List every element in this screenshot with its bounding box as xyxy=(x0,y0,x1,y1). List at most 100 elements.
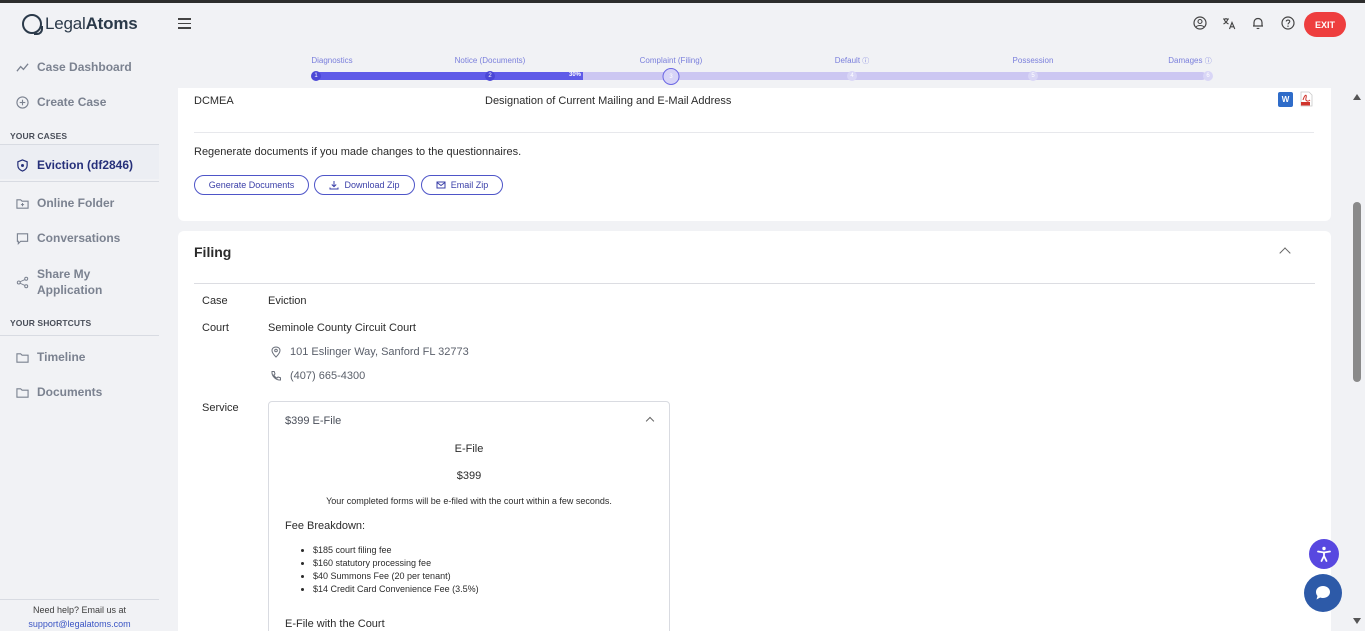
legalatoms-logo[interactable]: LegalAtoms xyxy=(22,14,138,35)
folder-icon xyxy=(16,352,29,363)
chat-widget-button[interactable] xyxy=(1304,574,1342,612)
step-label-default[interactable]: Default ⓘ xyxy=(835,56,870,66)
shield-icon xyxy=(17,158,28,172)
word-document-icon[interactable]: W xyxy=(1278,92,1293,107)
folder-icon xyxy=(16,198,29,209)
notification-bell-icon[interactable] xyxy=(1251,16,1265,30)
accessibility-icon xyxy=(1317,546,1331,562)
service-description: Your completed forms will be e-filed wit… xyxy=(326,496,612,506)
service-option-title[interactable]: $399 E-File xyxy=(285,415,341,427)
generate-documents-button[interactable]: Generate Documents xyxy=(194,175,309,195)
collapse-chevron-icon[interactable] xyxy=(645,416,655,426)
step-dot-6[interactable]: 6 xyxy=(1203,71,1213,81)
fee-item: $185 court filing fee xyxy=(313,544,479,557)
sidebar-item-documents[interactable]: Documents xyxy=(16,385,102,399)
scroll-up-arrow-icon[interactable] xyxy=(1353,94,1361,100)
help-email-link[interactable]: support@legalatoms.com xyxy=(28,619,130,629)
nav-label: Create Case xyxy=(37,95,107,109)
nav-label: Documents xyxy=(37,385,103,399)
service-name: E-File xyxy=(454,443,484,455)
info-icon: ⓘ xyxy=(1204,58,1212,65)
court-label: Court xyxy=(202,322,229,334)
step-dot-1[interactable]: 1 xyxy=(311,71,321,81)
exit-button[interactable]: EXIT xyxy=(1304,12,1346,37)
nav-label: Eviction (df2846) xyxy=(37,158,134,172)
efile-court-heading: E-File with the Court xyxy=(285,618,385,630)
chat-icon xyxy=(16,232,29,245)
sidebar-item-online-folder[interactable]: Online Folder xyxy=(16,196,114,210)
progress-percent: 30% xyxy=(569,72,582,78)
fee-breakdown-heading: Fee Breakdown: xyxy=(285,520,366,532)
step-dot-2[interactable]: 2 xyxy=(485,71,495,81)
plus-circle-icon xyxy=(16,95,29,109)
progress-fill xyxy=(316,72,583,80)
sidebar-divider xyxy=(0,335,159,336)
sidebar-item-share-application[interactable]: Share My Application xyxy=(16,266,102,298)
accessibility-button[interactable] xyxy=(1309,539,1339,569)
step-label-notice[interactable]: Notice (Documents) xyxy=(455,56,526,65)
nav-label: Case Dashboard xyxy=(37,60,132,74)
your-shortcuts-heading: YOUR SHORTCUTS xyxy=(10,318,92,328)
service-option-panel: $399 E-File E-File $399 Your completed f… xyxy=(268,401,670,631)
hamburger-bar xyxy=(178,22,191,24)
nav-label: Share My Application xyxy=(37,267,103,297)
user-profile-icon[interactable] xyxy=(1193,16,1207,30)
button-label: Download Zip xyxy=(344,180,400,190)
step-dot-3[interactable]: 3 xyxy=(662,68,680,85)
step-label-diagnostics[interactable]: Diagnostics xyxy=(311,56,352,65)
help-email-container: support@legalatoms.com xyxy=(0,619,159,629)
button-label: Email Zip xyxy=(450,180,489,190)
location-pin-icon xyxy=(271,346,281,358)
progress-stepper: Diagnostics Notice (Documents) Complaint… xyxy=(168,50,1348,88)
page-scrollbar[interactable] xyxy=(1349,88,1365,631)
documents-card: DCMEA Designation of Current Mailing and… xyxy=(178,88,1331,221)
email-zip-button[interactable]: Email Zip xyxy=(421,175,503,195)
email-icon xyxy=(436,181,446,189)
document-code: DCMEA xyxy=(194,95,234,107)
case-label: Case xyxy=(202,295,228,307)
filing-title: Filing xyxy=(194,244,232,260)
court-phone-text: (407) 665-4300 xyxy=(290,370,366,382)
logo-mark-icon xyxy=(22,14,43,35)
sidebar-item-timeline[interactable]: Timeline xyxy=(16,350,85,364)
fee-item: $160 statutory processing fee xyxy=(313,557,479,570)
sidebar: LegalAtoms Case Dashboard Create Case YO… xyxy=(0,3,168,631)
step-label-complaint[interactable]: Complaint (Filing) xyxy=(640,56,703,65)
service-price: $399 xyxy=(456,470,482,482)
button-label: Generate Documents xyxy=(208,180,295,190)
sidebar-item-eviction-case[interactable]: Eviction (df2846) xyxy=(16,158,133,172)
nav-label: Conversations xyxy=(37,231,121,245)
filing-card: Filing Case Eviction Court Seminole Coun… xyxy=(178,231,1331,631)
collapse-chevron-icon[interactable] xyxy=(1279,247,1291,259)
pdf-document-icon[interactable] xyxy=(1300,91,1313,107)
nav-case-dashboard[interactable]: Case Dashboard xyxy=(16,60,132,74)
step-label-damages[interactable]: Damages ⓘ xyxy=(1168,56,1211,66)
phone-icon xyxy=(271,371,281,381)
trend-line-icon xyxy=(16,62,29,72)
translate-icon[interactable] xyxy=(1222,16,1236,30)
logo-text: LegalAtoms xyxy=(45,14,138,33)
your-cases-heading: YOUR CASES xyxy=(10,131,68,141)
help-text: Need help? Email us at xyxy=(32,605,127,615)
nav-create-case[interactable]: Create Case xyxy=(16,95,106,109)
divider xyxy=(194,132,1314,133)
help-question-icon[interactable] xyxy=(1281,16,1295,30)
fee-item: $14 Credit Card Convenience Fee (3.5%) xyxy=(313,583,479,596)
step-dot-5[interactable]: 5 xyxy=(1028,71,1038,81)
nav-label: Online Folder xyxy=(37,196,115,210)
step-label-possession[interactable]: Possession xyxy=(1013,56,1054,65)
sidebar-item-conversations[interactable]: Conversations xyxy=(16,231,120,245)
info-icon: ⓘ xyxy=(862,58,870,65)
folder-icon xyxy=(16,387,29,398)
window-top-strip xyxy=(0,0,1365,3)
court-name: Seminole County Circuit Court xyxy=(268,322,416,334)
scroll-down-arrow-icon[interactable] xyxy=(1353,618,1361,624)
document-description: Designation of Current Mailing and E-Mai… xyxy=(485,95,732,107)
scroll-thumb[interactable] xyxy=(1353,202,1361,382)
nav-label: Timeline xyxy=(37,350,86,364)
step-dot-4[interactable]: 4 xyxy=(847,71,857,81)
court-phone: (407) 665-4300 xyxy=(270,370,365,382)
menu-toggle-button[interactable] xyxy=(178,18,191,32)
download-zip-button[interactable]: Download Zip xyxy=(314,175,415,195)
sidebar-divider xyxy=(0,181,159,182)
